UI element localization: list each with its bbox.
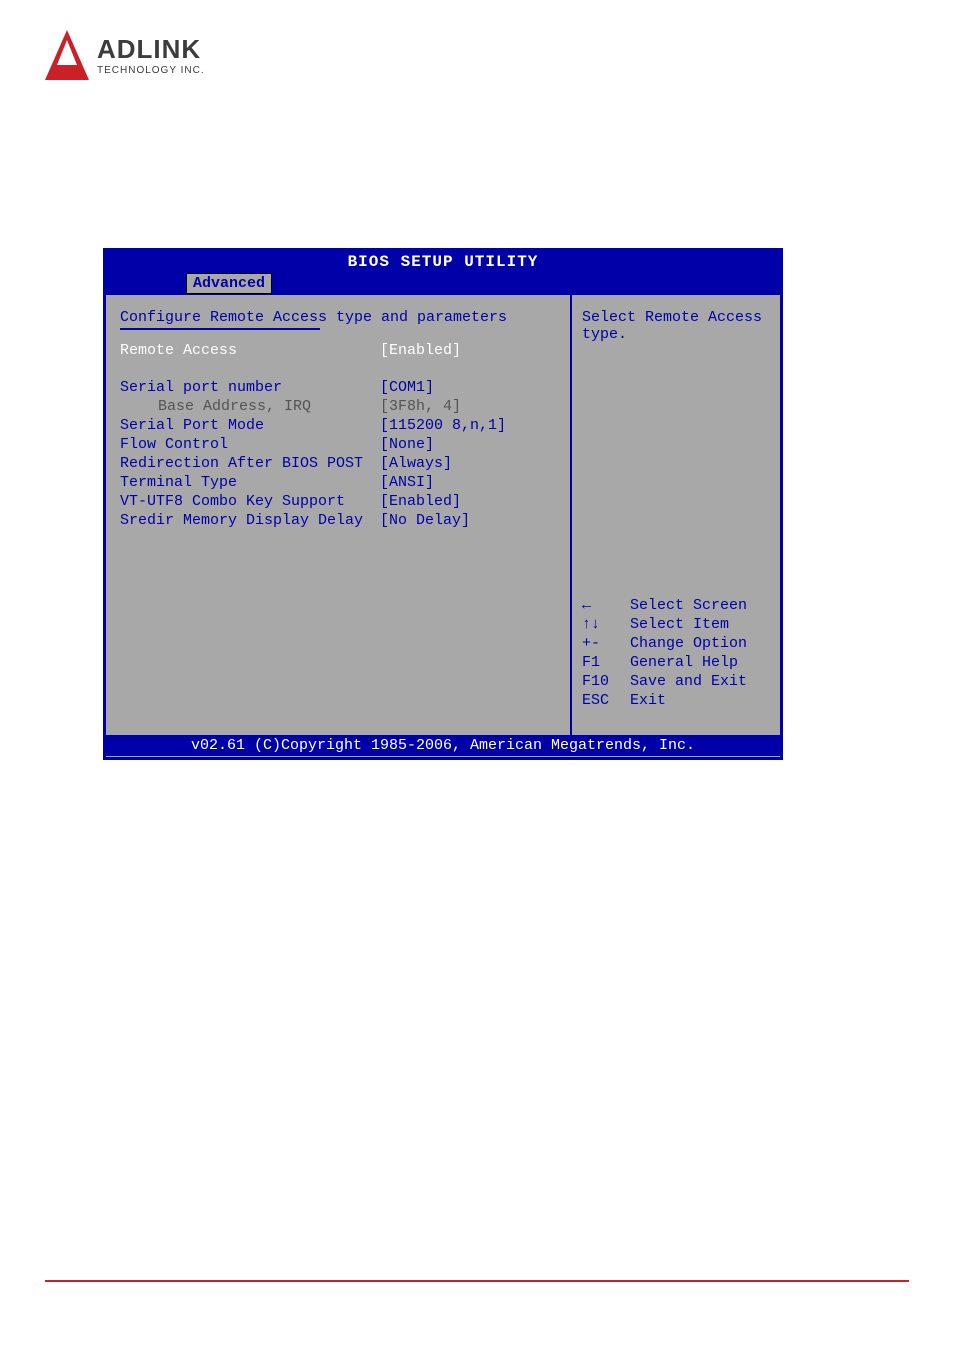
- setting-value: [ANSI]: [380, 474, 434, 491]
- setting-serial-port-mode[interactable]: Serial Port Mode [115200 8,n,1]: [120, 417, 556, 434]
- nav-desc: Save and Exit: [630, 673, 747, 690]
- nav-help-exit: ESC Exit: [582, 692, 770, 709]
- setting-value: [3F8h, 4]: [380, 398, 461, 415]
- setting-value: [Enabled]: [380, 493, 461, 510]
- nav-key: F10: [582, 673, 630, 690]
- nav-help-general-help: F1 General Help: [582, 654, 770, 671]
- setting-redirection[interactable]: Redirection After BIOS POST [Always]: [120, 455, 556, 472]
- setting-serial-port-number[interactable]: Serial port number [COM1]: [120, 379, 556, 396]
- bios-title: BIOS SETUP UTILITY: [106, 251, 780, 273]
- bios-side-panel: Select Remote Access type. ← Select Scre…: [572, 295, 780, 735]
- logo-text: ADLINK TECHNOLOGY INC.: [97, 34, 205, 76]
- setting-terminal-type[interactable]: Terminal Type [ANSI]: [120, 474, 556, 491]
- nav-key: ←: [582, 597, 630, 614]
- bios-main-panel: Configure Remote Access type and paramet…: [106, 295, 572, 735]
- tab-advanced[interactable]: Advanced: [186, 273, 272, 294]
- setting-label: Flow Control: [120, 436, 380, 453]
- setting-vt-utf8[interactable]: VT-UTF8 Combo Key Support [Enabled]: [120, 493, 556, 510]
- nav-help-select-screen: ← Select Screen: [582, 597, 770, 614]
- setting-remote-access[interactable]: Remote Access [Enabled]: [120, 342, 556, 359]
- nav-key: F1: [582, 654, 630, 671]
- logo-sub-text: TECHNOLOGY INC.: [97, 65, 205, 76]
- nav-key: ↑↓: [582, 616, 630, 633]
- nav-desc: General Help: [630, 654, 738, 671]
- bios-footer: v02.61 (C)Copyright 1985-2006, American …: [106, 735, 780, 756]
- side-help-line1: Select Remote Access: [582, 309, 770, 326]
- nav-desc: Exit: [630, 692, 666, 709]
- setting-base-address: Base Address, IRQ [3F8h, 4]: [120, 398, 556, 415]
- setting-flow-control[interactable]: Flow Control [None]: [120, 436, 556, 453]
- logo-triangle-icon: [45, 30, 89, 80]
- section-header: Configure Remote Access type and paramet…: [120, 309, 556, 326]
- nav-help-section: ← Select Screen ↑↓ Select Item +- Change…: [582, 597, 770, 721]
- nav-desc: Select Item: [630, 616, 729, 633]
- nav-help-select-item: ↑↓ Select Item: [582, 616, 770, 633]
- setting-label: Redirection After BIOS POST: [120, 455, 380, 472]
- setting-value: [115200 8,n,1]: [380, 417, 506, 434]
- side-help-line2: type.: [582, 326, 770, 343]
- setting-label: Terminal Type: [120, 474, 380, 491]
- nav-desc: Change Option: [630, 635, 747, 652]
- bios-window: BIOS SETUP UTILITY Advanced Configure Re…: [103, 248, 783, 760]
- setting-value: [Enabled]: [380, 342, 461, 359]
- setting-label: Serial port number: [120, 379, 380, 396]
- setting-label: Sredir Memory Display Delay: [120, 512, 380, 529]
- setting-value: [None]: [380, 436, 434, 453]
- bios-tab-bar: Advanced: [106, 273, 780, 295]
- nav-desc: Select Screen: [630, 597, 747, 614]
- setting-label: VT-UTF8 Combo Key Support: [120, 493, 380, 510]
- divider: [120, 328, 320, 330]
- setting-label: Base Address, IRQ: [120, 398, 380, 415]
- setting-value: [Always]: [380, 455, 452, 472]
- page-footer-line: [45, 1280, 909, 1282]
- setting-value: [No Delay]: [380, 512, 470, 529]
- setting-sredir[interactable]: Sredir Memory Display Delay [No Delay]: [120, 512, 556, 529]
- setting-label: Serial Port Mode: [120, 417, 380, 434]
- nav-help-change-option: +- Change Option: [582, 635, 770, 652]
- setting-label: Remote Access: [120, 342, 380, 359]
- setting-value: [COM1]: [380, 379, 434, 396]
- spacer: [120, 361, 556, 379]
- bios-content: Configure Remote Access type and paramet…: [106, 295, 780, 735]
- nav-key: +-: [582, 635, 630, 652]
- logo-main-text: ADLINK: [97, 34, 205, 65]
- nav-key: ESC: [582, 692, 630, 709]
- nav-help-save-exit: F10 Save and Exit: [582, 673, 770, 690]
- logo: ADLINK TECHNOLOGY INC.: [45, 30, 205, 80]
